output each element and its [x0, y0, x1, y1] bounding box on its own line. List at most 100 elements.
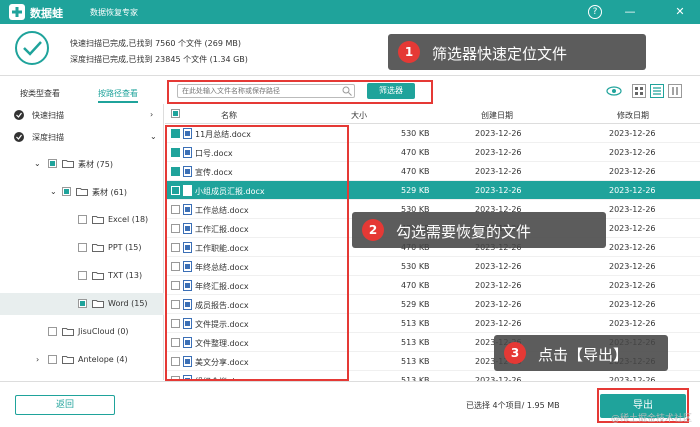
- folder-checkbox[interactable]: [78, 243, 87, 252]
- folder-icon: [62, 328, 74, 336]
- row-size: 529 KB: [401, 300, 430, 309]
- sidebar-item-word[interactable]: Word (15): [0, 293, 164, 315]
- folder-icon: [92, 272, 104, 280]
- tab-by-path[interactable]: 按路径查看: [98, 88, 138, 103]
- folder-checkbox[interactable]: [78, 215, 87, 224]
- sidebar-item-quick-scan[interactable]: 快速扫描 ›: [0, 104, 164, 126]
- row-checkbox[interactable]: [171, 319, 180, 328]
- row-name: 美文分享.docx: [195, 358, 249, 367]
- sidebar-item-label: Word (15): [108, 299, 148, 308]
- sidebar-item-antelope[interactable]: › Antelope (4): [0, 349, 164, 371]
- row-checkbox[interactable]: [171, 129, 180, 138]
- row-modified: 2023-12-26: [609, 262, 656, 271]
- chevron-down-icon[interactable]: ⌄: [34, 159, 41, 168]
- row-checkbox[interactable]: [171, 243, 180, 252]
- folder-checkbox[interactable]: [48, 327, 57, 336]
- row-checkbox[interactable]: [171, 357, 180, 366]
- sidebar-item-folder-75[interactable]: ⌄ 素材 (75): [0, 153, 164, 175]
- row-modified: 2023-12-26: [609, 167, 656, 176]
- filter-button[interactable]: 筛选器: [367, 83, 415, 99]
- minimize-button[interactable]: —: [622, 4, 638, 20]
- row-checkbox[interactable]: [171, 186, 180, 195]
- back-button[interactable]: 返回: [15, 395, 115, 415]
- word-doc-icon: [183, 318, 192, 329]
- sidebar-item-jisucloud[interactable]: JisuCloud (0): [0, 321, 164, 343]
- row-modified: 2023-12-26: [609, 224, 656, 233]
- row-name: 年终总结.docx: [195, 263, 249, 272]
- table-row[interactable]: 小组成员汇报.docx 529 KB 2023-12-26 2023-12-26: [165, 181, 700, 200]
- row-checkbox[interactable]: [171, 338, 180, 347]
- row-checkbox[interactable]: [171, 224, 180, 233]
- row-size: 513 KB: [401, 319, 430, 328]
- sidebar-item-label: 快速扫描: [32, 111, 64, 120]
- select-all-checkbox[interactable]: [171, 109, 180, 118]
- row-name: 年终汇报.docx: [195, 282, 249, 291]
- column-name[interactable]: 名称: [221, 110, 237, 121]
- table-row[interactable]: 11月总结.docx 530 KB 2023-12-26 2023-12-26: [165, 124, 700, 143]
- row-size: 470 KB: [401, 281, 430, 290]
- folder-checkbox[interactable]: [48, 159, 57, 168]
- sidebar-item-txt[interactable]: TXT (13): [0, 265, 164, 287]
- word-doc-icon: [183, 261, 192, 272]
- row-modified: 2023-12-26: [609, 148, 656, 157]
- word-doc-icon: [183, 166, 192, 177]
- chevron-down-icon[interactable]: ⌄: [150, 132, 157, 141]
- table-row[interactable]: 口号.docx 470 KB 2023-12-26 2023-12-26: [165, 143, 700, 162]
- sidebar-item-label: Excel (18): [108, 215, 149, 224]
- row-checkbox[interactable]: [171, 300, 180, 309]
- table-row[interactable]: 宣传.docx 470 KB 2023-12-26 2023-12-26: [165, 162, 700, 181]
- table-row[interactable]: 年终总结.docx 530 KB 2023-12-26 2023-12-26: [165, 257, 700, 276]
- folder-checkbox[interactable]: [78, 271, 87, 280]
- table-row[interactable]: 文件提示.docx 513 KB 2023-12-26 2023-12-26: [165, 314, 700, 333]
- grid-view-icon[interactable]: [632, 84, 646, 98]
- check-circle-icon: [15, 31, 49, 65]
- search-icon[interactable]: [342, 86, 352, 96]
- tab-by-type[interactable]: 按类型查看: [20, 88, 60, 99]
- callout-export: 3 点击【导出】: [494, 335, 668, 371]
- folder-checkbox[interactable]: [62, 187, 71, 196]
- row-checkbox[interactable]: [171, 281, 180, 290]
- chevron-right-icon[interactable]: ›: [150, 110, 153, 119]
- row-created: 2023-12-26: [475, 319, 522, 328]
- row-checkbox[interactable]: [171, 262, 180, 271]
- folder-checkbox[interactable]: [78, 299, 87, 308]
- help-button[interactable]: ?: [588, 5, 602, 19]
- deep-scan-summary: 深度扫描已完成,已找到 23845 个文件 (1.34 GB): [70, 55, 248, 64]
- row-created: 2023-12-26: [475, 281, 522, 290]
- row-checkbox[interactable]: [171, 167, 180, 176]
- chevron-down-icon[interactable]: ⌄: [50, 187, 57, 196]
- row-modified: 2023-12-26: [609, 281, 656, 290]
- sidebar-item-excel[interactable]: Excel (18): [0, 209, 164, 231]
- table-header: 名称 大小 创建日期 修改日期: [165, 104, 700, 124]
- column-modified[interactable]: 修改日期: [617, 110, 649, 121]
- callout-text: 点击【导出】: [538, 346, 629, 364]
- chevron-right-icon[interactable]: ›: [36, 355, 39, 364]
- row-checkbox[interactable]: [171, 205, 180, 214]
- eye-icon[interactable]: [606, 84, 622, 98]
- word-doc-icon: [183, 337, 192, 348]
- sidebar-item-folder-61[interactable]: ⌄ 素材 (61): [0, 181, 164, 203]
- column-size[interactable]: 大小: [351, 110, 367, 121]
- callout-select: 2 勾选需要恢复的文件: [352, 212, 606, 248]
- column-created[interactable]: 创建日期: [481, 110, 513, 121]
- sidebar-item-label: 素材 (61): [92, 188, 127, 197]
- row-size: 513 KB: [401, 357, 430, 366]
- folder-icon: [92, 216, 104, 224]
- row-modified: 2023-12-26: [609, 243, 656, 252]
- table-row[interactable]: 年终汇报.docx 470 KB 2023-12-26 2023-12-26: [165, 276, 700, 295]
- detail-view-icon[interactable]: [668, 84, 682, 98]
- sidebar-item-deep-scan[interactable]: 深度扫描 ⌄: [0, 126, 164, 148]
- sidebar-item-ppt[interactable]: PPT (15): [0, 237, 164, 259]
- folder-checkbox[interactable]: [48, 355, 57, 364]
- row-created: 2023-12-26: [475, 262, 522, 271]
- callout-number: 3: [504, 342, 526, 364]
- list-view-icon[interactable]: [650, 84, 664, 98]
- watermark: @稀土掘金技术社区: [610, 414, 692, 424]
- table-row[interactable]: 成员报告.docx 529 KB 2023-12-26 2023-12-26: [165, 295, 700, 314]
- app-name: 数据蛙: [30, 7, 63, 20]
- close-button[interactable]: ✕: [672, 4, 688, 20]
- search-input[interactable]: [177, 84, 355, 98]
- row-name: 工作汇报.docx: [195, 225, 249, 234]
- row-checkbox[interactable]: [171, 148, 180, 157]
- word-doc-icon: [183, 280, 192, 291]
